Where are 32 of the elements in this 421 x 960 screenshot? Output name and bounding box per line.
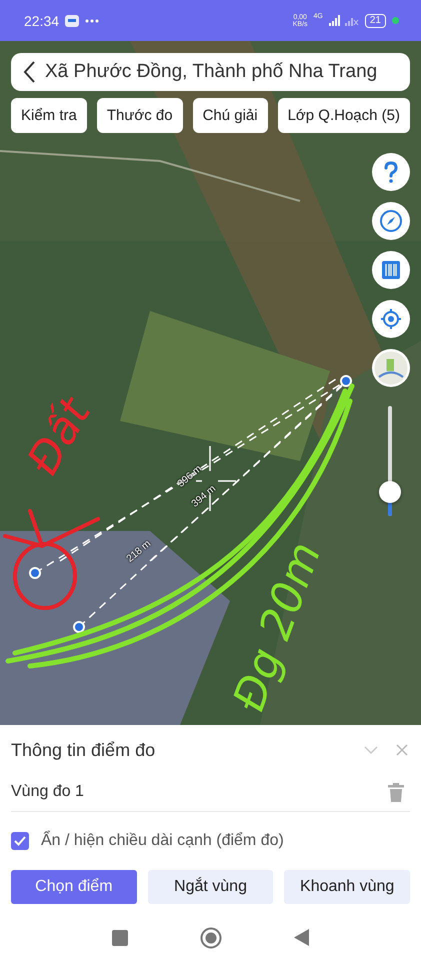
action-button[interactable]: Ngắt vùng xyxy=(148,870,274,904)
panel-title: Thông tin điểm đo xyxy=(11,740,156,760)
handwritten-note: Đg 20m xyxy=(224,536,332,718)
search-bar[interactable]: Xã Phước Đồng, Thành phố Nha Trang xyxy=(11,53,410,91)
more-icon xyxy=(85,18,100,22)
action-button[interactable]: Khoanh vùng xyxy=(284,870,410,904)
location-text: Xã Phước Đồng, Thành phố Nha Trang xyxy=(45,61,378,83)
checkbox-label: Ẩn / hiện chiều dài cạnh (điểm đo) xyxy=(41,832,284,850)
signal-icon xyxy=(328,15,359,26)
mini-map-icon xyxy=(373,350,409,386)
home-icon[interactable] xyxy=(200,926,222,948)
chat-app-icon xyxy=(65,14,80,26)
distance-label: 218 m xyxy=(124,538,154,565)
clock-time: 22:34 xyxy=(24,12,60,28)
compass-icon xyxy=(379,209,403,233)
back-icon[interactable] xyxy=(23,61,35,83)
locate-icon xyxy=(379,307,403,331)
barcode-icon xyxy=(379,258,403,282)
recent-apps-icon[interactable] xyxy=(112,930,128,946)
map-tab-button[interactable]: Kiểm tra xyxy=(11,98,87,133)
battery-level: 21 xyxy=(364,14,386,28)
map-tab-button[interactable]: Thước đo xyxy=(96,98,183,133)
measure-point[interactable] xyxy=(29,567,41,579)
checkbox[interactable] xyxy=(11,832,29,850)
map-tab-button[interactable]: Lớp Q.Hoạch (5) xyxy=(278,98,410,133)
status-dot xyxy=(392,17,399,24)
action-button[interactable]: Chọn điểm xyxy=(11,870,137,904)
measure-point[interactable] xyxy=(340,375,352,387)
measure-point[interactable] xyxy=(73,621,85,633)
map-tab-button[interactable]: Chú giải xyxy=(192,98,268,133)
distance-label: 394 m xyxy=(190,483,218,510)
region-name: Vùng đo 1 xyxy=(11,783,85,801)
